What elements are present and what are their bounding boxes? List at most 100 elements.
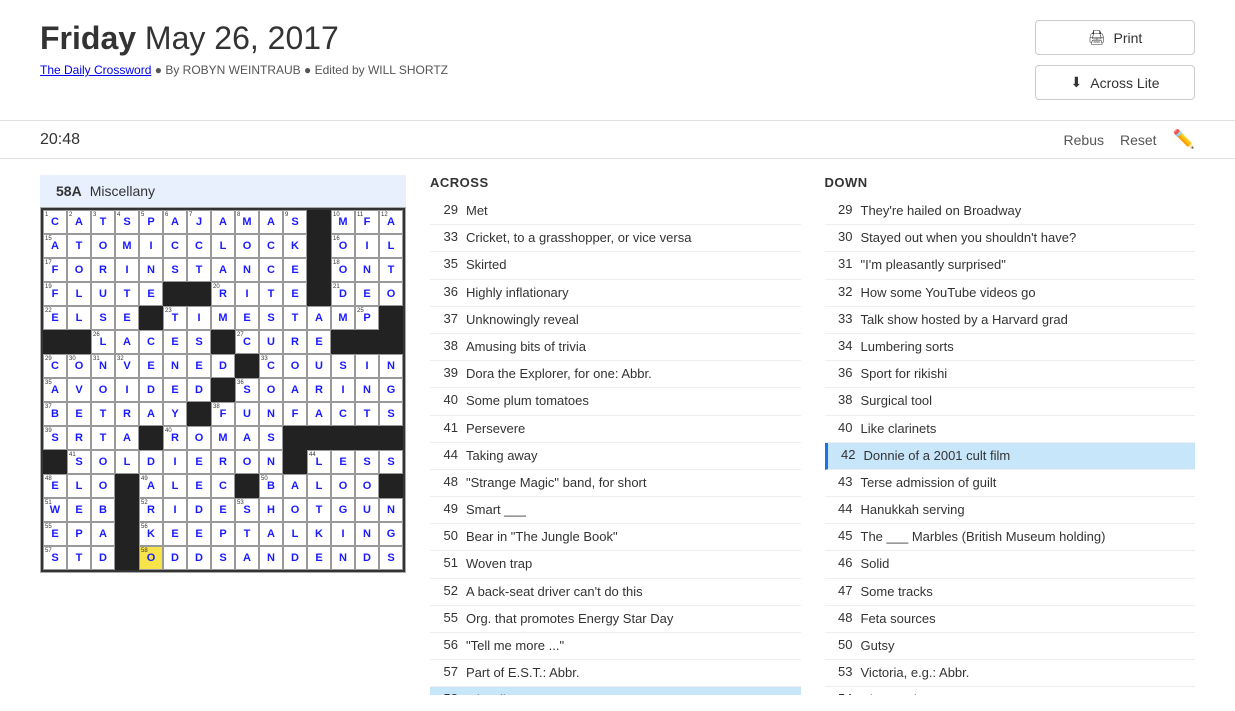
- cell[interactable]: I: [115, 258, 139, 282]
- cell[interactable]: 53S: [235, 498, 259, 522]
- cell[interactable]: G: [379, 378, 403, 402]
- cell[interactable]: 27C: [235, 330, 259, 354]
- cell[interactable]: E: [187, 474, 211, 498]
- cell[interactable]: E: [163, 330, 187, 354]
- cell[interactable]: 39S: [43, 426, 67, 450]
- cell[interactable]: F: [283, 402, 307, 426]
- cell[interactable]: A: [307, 306, 331, 330]
- cell[interactable]: [379, 474, 403, 498]
- cell[interactable]: O: [91, 450, 115, 474]
- cell[interactable]: D: [187, 546, 211, 570]
- cell[interactable]: O: [187, 426, 211, 450]
- cell[interactable]: E: [211, 498, 235, 522]
- cell[interactable]: 56K: [139, 522, 163, 546]
- cell[interactable]: 12A: [379, 210, 403, 234]
- list-item[interactable]: 34Lumbering sorts: [825, 334, 1196, 361]
- cell[interactable]: 2A: [67, 210, 91, 234]
- cell[interactable]: [139, 306, 163, 330]
- reset-button[interactable]: Reset: [1120, 132, 1157, 148]
- list-item[interactable]: 44Taking away: [430, 443, 801, 470]
- cell[interactable]: U: [355, 498, 379, 522]
- list-item[interactable]: 40Some plum tomatoes: [430, 388, 801, 415]
- cell[interactable]: [355, 330, 379, 354]
- cell[interactable]: R: [283, 330, 307, 354]
- cell[interactable]: O: [379, 282, 403, 306]
- cell[interactable]: [163, 282, 187, 306]
- cell[interactable]: 6A: [163, 210, 187, 234]
- cell[interactable]: T: [259, 282, 283, 306]
- cell[interactable]: 48E: [43, 474, 67, 498]
- list-item[interactable]: 39Dora the Explorer, for one: Abbr.: [430, 361, 801, 388]
- cell[interactable]: A: [259, 210, 283, 234]
- cell[interactable]: 9S: [283, 210, 307, 234]
- list-item[interactable]: 33Talk show hosted by a Harvard grad: [825, 307, 1196, 334]
- cell[interactable]: C: [163, 234, 187, 258]
- cell[interactable]: G: [331, 498, 355, 522]
- cell[interactable]: O: [91, 474, 115, 498]
- cell[interactable]: L: [67, 282, 91, 306]
- cell[interactable]: 33C: [259, 354, 283, 378]
- cell[interactable]: E: [67, 402, 91, 426]
- cell[interactable]: S: [211, 546, 235, 570]
- cell[interactable]: S: [187, 330, 211, 354]
- cell[interactable]: C: [139, 330, 163, 354]
- cell[interactable]: R: [307, 378, 331, 402]
- cell[interactable]: [307, 234, 331, 258]
- cell[interactable]: E: [307, 330, 331, 354]
- cell[interactable]: K: [307, 522, 331, 546]
- cell[interactable]: A: [307, 402, 331, 426]
- list-item[interactable]: 46Solid: [825, 551, 1196, 578]
- cell[interactable]: O: [235, 450, 259, 474]
- cell[interactable]: I: [163, 498, 187, 522]
- cell[interactable]: 29C: [43, 354, 67, 378]
- list-item[interactable]: 43Terse admission of guilt: [825, 470, 1196, 497]
- cell[interactable]: [307, 258, 331, 282]
- cell[interactable]: I: [187, 306, 211, 330]
- cell[interactable]: C: [259, 234, 283, 258]
- cell[interactable]: D: [283, 546, 307, 570]
- cell[interactable]: [379, 426, 403, 450]
- cell[interactable]: S: [331, 354, 355, 378]
- list-item[interactable]: 52A back-seat driver can't do this: [430, 579, 801, 606]
- list-item[interactable]: 40Like clarinets: [825, 416, 1196, 443]
- cell[interactable]: S: [379, 546, 403, 570]
- cell[interactable]: 36S: [235, 378, 259, 402]
- crossword-grid[interactable]: 1C2A3T4S5P6A7JA8MA9S10M11F12A15ATOMICCLO…: [41, 208, 405, 572]
- cell[interactable]: 44L: [307, 450, 331, 474]
- cell[interactable]: 22E: [43, 306, 67, 330]
- cell[interactable]: [307, 426, 331, 450]
- cell[interactable]: L: [283, 522, 307, 546]
- cell[interactable]: E: [187, 522, 211, 546]
- list-item[interactable]: 38Surgical tool: [825, 388, 1196, 415]
- cell[interactable]: 20R: [211, 282, 235, 306]
- cell[interactable]: I: [355, 354, 379, 378]
- cell[interactable]: 31N: [91, 354, 115, 378]
- cell[interactable]: E: [187, 354, 211, 378]
- daily-crossword-link[interactable]: The Daily Crossword: [40, 63, 151, 77]
- cell[interactable]: [307, 282, 331, 306]
- cell[interactable]: 5P: [139, 210, 163, 234]
- cell[interactable]: N: [259, 546, 283, 570]
- cell[interactable]: L: [115, 450, 139, 474]
- cell[interactable]: [67, 330, 91, 354]
- cell[interactable]: E: [283, 282, 307, 306]
- cell[interactable]: O: [355, 474, 379, 498]
- cell[interactable]: O: [235, 234, 259, 258]
- cell[interactable]: C: [331, 402, 355, 426]
- cell[interactable]: 4S: [115, 210, 139, 234]
- cell[interactable]: [187, 402, 211, 426]
- cell[interactable]: M: [211, 426, 235, 450]
- cell[interactable]: T: [67, 234, 91, 258]
- cell[interactable]: 35A: [43, 378, 67, 402]
- cell[interactable]: R: [91, 258, 115, 282]
- cell[interactable]: M: [211, 306, 235, 330]
- cell[interactable]: 57S: [43, 546, 67, 570]
- cell[interactable]: N: [379, 354, 403, 378]
- cell[interactable]: 15A: [43, 234, 67, 258]
- cell[interactable]: C: [259, 258, 283, 282]
- cell[interactable]: [379, 306, 403, 330]
- print-button[interactable]: 🖨 Print: [1035, 20, 1195, 55]
- cell[interactable]: D: [91, 546, 115, 570]
- cell[interactable]: O: [331, 474, 355, 498]
- cell[interactable]: T: [283, 306, 307, 330]
